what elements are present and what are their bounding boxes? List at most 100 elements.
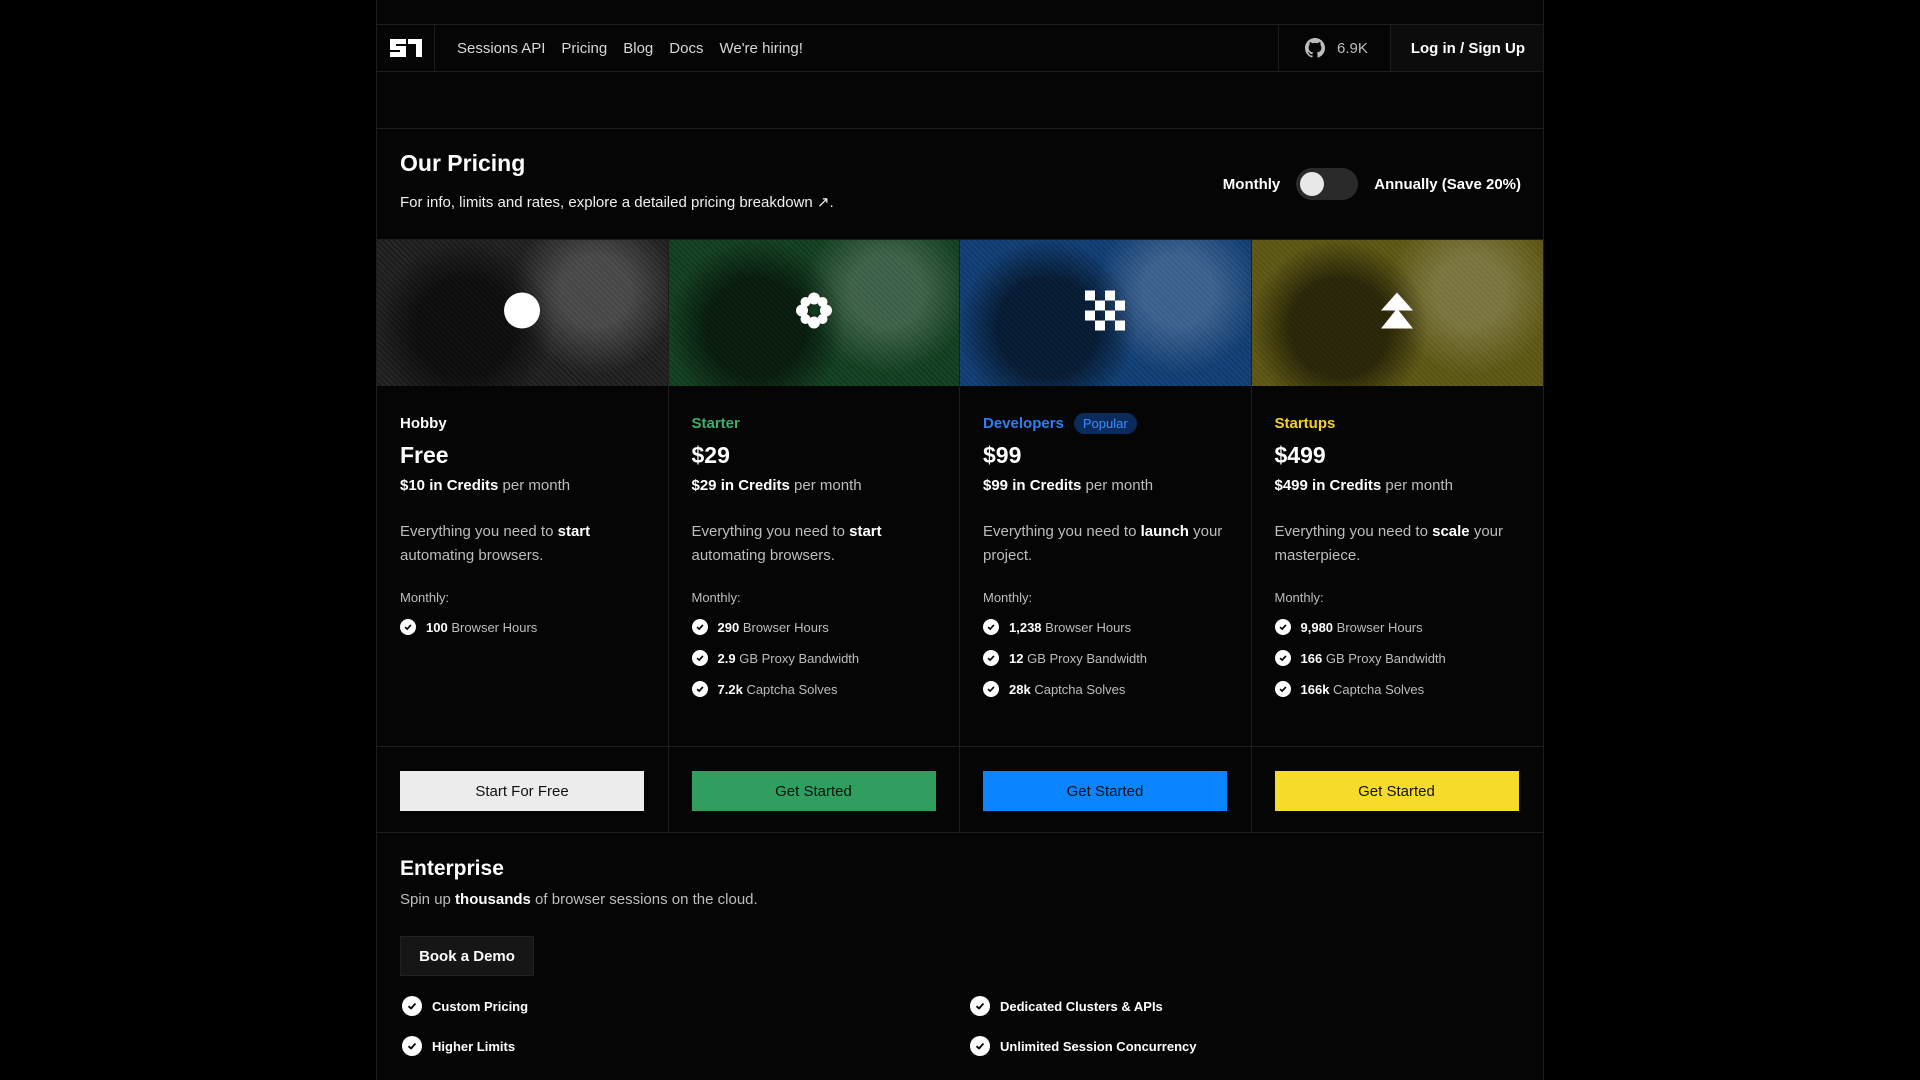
plan-feature: 28k Captcha Solves — [983, 681, 1228, 697]
feature-value: 290 — [717, 619, 740, 635]
checker-icon — [1085, 290, 1126, 336]
nav-link-docs[interactable]: Docs — [669, 40, 703, 57]
feature-label: GB Proxy Bandwidth — [1325, 650, 1446, 666]
plan-description: Everything you need to start automating … — [692, 520, 937, 568]
enterprise-sub-text: Spin up — [400, 891, 456, 908]
feature-label: Captcha Solves — [746, 681, 838, 697]
toggle-knob — [1300, 172, 1325, 196]
plan-feature: 12 GB Proxy Bandwidth — [983, 650, 1228, 666]
plan-image — [668, 240, 959, 386]
desc-bold: launch — [1140, 523, 1189, 540]
plan-feature: 9,980 Browser Hours — [1274, 619, 1521, 635]
plan-price: Free — [400, 442, 449, 468]
check-icon — [970, 1036, 990, 1056]
feature-value: 166k — [1300, 681, 1330, 697]
plan-credits-amount: $10 in Credits — [400, 477, 499, 494]
plan-cta-button[interactable]: Get Started — [691, 771, 936, 811]
check-icon — [402, 1036, 422, 1056]
plan-price: $29 — [691, 442, 730, 468]
desc-text-end: automating browsers. — [400, 547, 544, 564]
flower-icon — [794, 291, 834, 336]
plan-name-row: Starter — [692, 412, 937, 434]
pricing-card-developers: Developers Popular $99 $99 in Credits pe… — [960, 240, 1252, 832]
plan-feature: 166k Captcha Solves — [1274, 681, 1521, 697]
nav-link-blog[interactable]: Blog — [623, 40, 653, 57]
feature-label: Browser Hours — [742, 619, 829, 635]
logo-icon — [389, 39, 422, 57]
feature-label: Captcha Solves — [1333, 681, 1425, 697]
check-icon — [970, 996, 990, 1016]
check-icon — [400, 619, 416, 635]
plan-cta-button[interactable]: Get Started — [983, 771, 1227, 811]
check-icon — [691, 681, 708, 697]
feature-label: Browser Hours — [451, 619, 538, 635]
check-icon — [402, 996, 422, 1016]
billing-period-toggle[interactable] — [1296, 168, 1359, 200]
pricing-breakdown-link[interactable]: For info, limits and rates, explore a de… — [400, 193, 834, 211]
enterprise-feature-label: Dedicated Clusters & APIs — [1000, 998, 1163, 1014]
plan-image — [960, 240, 1251, 386]
plan-feature-text: 166k Captcha Solves — [1301, 682, 1425, 697]
plan-button-row: Get Started — [960, 746, 1251, 834]
plan-feature: 290 Browser Hours — [691, 619, 937, 635]
top-nav: Sessions API Pricing Blog Docs We're hir… — [377, 24, 1543, 72]
feature-value: 100 — [426, 619, 448, 635]
plan-credits-suffix: per month — [1085, 477, 1154, 494]
nav-link-pricing[interactable]: Pricing — [561, 40, 607, 57]
check-icon — [1274, 650, 1291, 666]
feature-value: 9,980 — [1300, 619, 1334, 635]
check-icon — [983, 650, 999, 666]
plan-button-row: Get Started — [668, 746, 959, 834]
desc-text: Everything you need to — [983, 523, 1141, 540]
feature-value: 12 — [1009, 650, 1024, 666]
github-icon — [1304, 38, 1325, 58]
plan-feature-text: 290 Browser Hours — [718, 620, 829, 635]
github-stars-link[interactable]: 6.9K — [1277, 25, 1390, 71]
page-frame: Sessions API Pricing Blog Docs We're hir… — [376, 0, 1544, 1080]
check-icon — [983, 619, 999, 635]
plan-name-row: Hobby — [400, 412, 645, 434]
plan-credits-suffix: per month — [1385, 477, 1453, 494]
pricing-card-startups: Startups $499 $499 in Credits per month … — [1251, 240, 1543, 832]
plan-name-row: Startups — [1275, 412, 1521, 434]
plan-feature-text: 100 Browser Hours — [426, 620, 537, 635]
plan-credits: $29 in Credits per month — [692, 477, 937, 494]
plan-feature: 2.9 GB Proxy Bandwidth — [691, 650, 937, 666]
book-demo-button[interactable]: Book a Demo — [400, 936, 534, 976]
feature-label: GB Proxy Bandwidth — [739, 650, 860, 666]
pricing-card-starter: Starter $29 $29 in Credits per month Eve… — [668, 240, 960, 834]
plan-name-row: Developers Popular — [983, 412, 1228, 434]
monthly-label: Monthly: — [983, 590, 1033, 605]
desc-bold: scale — [1432, 523, 1470, 540]
nav-link-sessions-api[interactable]: Sessions API — [457, 40, 545, 57]
nav-link-hiring[interactable]: We're hiring! — [719, 40, 802, 57]
enterprise-feature: Custom Pricing — [402, 996, 528, 1016]
check-icon — [691, 619, 708, 635]
plan-feature: 7.2k Captcha Solves — [691, 681, 937, 697]
desc-text: Everything you need to — [400, 523, 558, 540]
plan-image — [1251, 240, 1543, 386]
plan-description: Everything you need to scale your master… — [1275, 520, 1521, 568]
login-signup-button[interactable]: Log in / Sign Up — [1389, 25, 1543, 71]
plan-feature-text: 166 GB Proxy Bandwidth — [1301, 651, 1446, 666]
desc-text: Everything you need to — [691, 523, 850, 540]
check-icon — [983, 681, 999, 697]
plan-credits-suffix: per month — [502, 477, 571, 494]
plan-credits-amount: $29 in Credits — [691, 477, 790, 494]
plan-feature-text: 9,980 Browser Hours — [1301, 620, 1423, 635]
billing-toggle-group: Monthly Annually (Save 20%) — [1223, 168, 1521, 200]
enterprise-feature-label: Unlimited Session Concurrency — [1000, 1038, 1197, 1054]
plan-cta-button[interactable]: Get Started — [1274, 771, 1519, 811]
plan-credits: $99 in Credits per month — [983, 477, 1228, 494]
toggle-label-monthly: Monthly — [1222, 175, 1281, 193]
plan-feature: 166 GB Proxy Bandwidth — [1274, 650, 1521, 666]
plan-description: Everything you need to start automating … — [400, 520, 645, 568]
plan-credits-suffix: per month — [794, 477, 862, 494]
feature-label: GB Proxy Bandwidth — [1027, 650, 1148, 666]
popular-badge: Popular — [1073, 412, 1137, 434]
plan-cta-button[interactable]: Start For Free — [400, 771, 644, 811]
circle-icon — [503, 292, 541, 335]
plan-name: Hobby — [400, 414, 447, 432]
page-title: Our Pricing — [400, 150, 526, 176]
logo[interactable] — [377, 25, 435, 71]
